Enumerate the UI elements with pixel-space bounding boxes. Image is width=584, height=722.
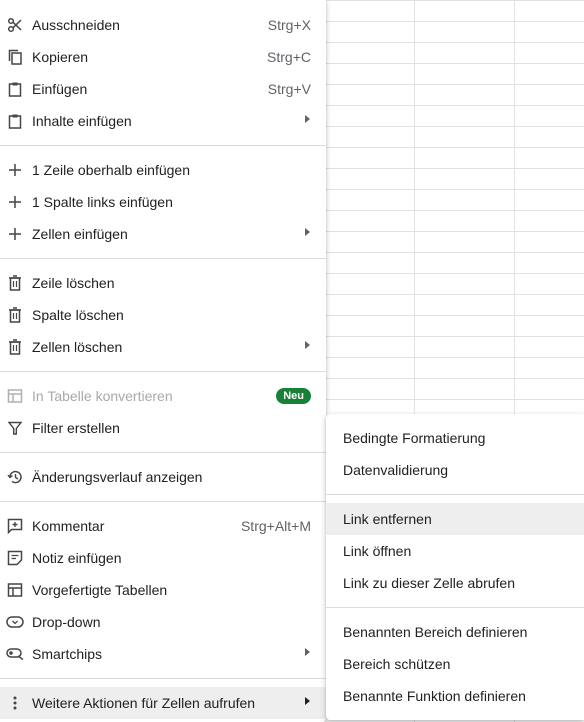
menu-item-paste-special[interactable]: Inhalte einfügen (0, 105, 326, 137)
filter-icon (6, 420, 24, 436)
menu-item-cut[interactable]: Ausschneiden Strg+X (0, 9, 326, 41)
menu-item-insert-row[interactable]: 1 Zeile oberhalb einfügen (0, 154, 326, 186)
menu-item-edit-history[interactable]: Änderungsverlauf anzeigen (0, 461, 326, 493)
table-icon (6, 388, 24, 404)
menu-item-insert-cells[interactable]: Zellen einfügen (0, 218, 326, 250)
submenu-item-protect-range[interactable]: Bereich schützen (326, 648, 584, 680)
submenu-item-label: Benannten Bereich definieren (343, 624, 528, 640)
menu-divider (326, 607, 584, 608)
trash-icon (6, 275, 24, 291)
menu-item-label: Änderungsverlauf anzeigen (32, 469, 203, 485)
submenu-item-label: Datenvalidierung (343, 462, 449, 478)
menu-item-label: In Tabelle konvertieren (32, 388, 173, 404)
submenu-item-remove-link[interactable]: Link entfernen (326, 503, 584, 535)
menu-item-label: Smartchips (32, 646, 103, 662)
menu-item-comment[interactable]: Kommentar Strg+Alt+M (0, 510, 326, 542)
submenu-item-open-link[interactable]: Link öffnen (326, 535, 584, 567)
menu-divider (0, 452, 326, 453)
cell-context-menu: Ausschneiden Strg+X Kopieren Strg+C Einf… (0, 0, 326, 722)
menu-item-label: Notiz einfügen (32, 550, 122, 566)
trash-icon (6, 339, 24, 355)
menu-item-create-filter[interactable]: Filter erstellen (0, 412, 326, 444)
menu-item-label: Kommentar (32, 518, 105, 534)
menu-item-label: Zellen löschen (32, 339, 123, 355)
menu-item-label: Drop-down (32, 614, 101, 630)
menu-divider (326, 494, 584, 495)
note-icon (6, 550, 24, 566)
menu-item-label: Kopieren (32, 49, 89, 65)
plus-icon (6, 162, 24, 178)
menu-item-smartchips[interactable]: Smartchips (0, 638, 326, 670)
shortcut-text: Strg+Alt+M (240, 518, 311, 534)
shortcut-text: Strg+X (267, 17, 311, 33)
submenu-item-conditional-formatting[interactable]: Bedingte Formatierung (326, 422, 584, 454)
submenu-arrow-icon (305, 115, 310, 123)
menu-item-label: Ausschneiden (32, 17, 120, 33)
submenu-arrow-icon (305, 228, 310, 236)
submenu-item-label: Bereich schützen (343, 656, 451, 672)
menu-item-insert-column[interactable]: 1 Spalte links einfügen (0, 186, 326, 218)
plus-icon (6, 226, 24, 242)
menu-item-label: Zeile löschen (32, 275, 115, 291)
menu-divider (0, 145, 326, 146)
menu-item-delete-row[interactable]: Zeile löschen (0, 267, 326, 299)
menu-item-label: 1 Zeile oberhalb einfügen (32, 162, 191, 178)
new-badge: Neu (276, 388, 311, 404)
menu-item-delete-column[interactable]: Spalte löschen (0, 299, 326, 331)
plus-icon (6, 194, 24, 210)
menu-divider (0, 371, 326, 372)
more-actions-submenu: Bedingte Formatierung Datenvalidierung L… (326, 414, 584, 720)
menu-divider (0, 678, 326, 679)
comment-add-icon (6, 518, 24, 534)
menu-item-label: Filter erstellen (32, 420, 120, 436)
menu-item-label: Vorgefertigte Tabellen (32, 582, 168, 598)
menu-item-insert-note[interactable]: Notiz einfügen (0, 542, 326, 574)
menu-item-label: Spalte löschen (32, 307, 124, 323)
smartchip-icon (6, 646, 24, 662)
clipboard-icon (6, 81, 24, 97)
more-vert-icon (6, 695, 24, 711)
submenu-arrow-icon (305, 648, 310, 656)
submenu-arrow-icon (305, 341, 310, 349)
menu-item-convert-to-table[interactable]: In Tabelle konvertieren Neu (0, 380, 326, 412)
table-icon (6, 582, 24, 598)
menu-item-label: Inhalte einfügen (32, 113, 132, 129)
dropdown-chip-icon (6, 614, 24, 630)
trash-icon (6, 307, 24, 323)
clipboard-icon (6, 113, 24, 129)
shortcut-text: Strg+V (267, 81, 311, 97)
submenu-item-label: Link zu dieser Zelle abrufen (343, 575, 515, 591)
menu-item-delete-cells[interactable]: Zellen löschen (0, 331, 326, 363)
submenu-arrow-icon (305, 697, 310, 705)
submenu-item-label: Benannte Funktion definieren (343, 688, 526, 704)
shortcut-text: Strg+C (267, 49, 311, 65)
submenu-item-get-cell-link[interactable]: Link zu dieser Zelle abrufen (326, 567, 584, 599)
copy-icon (6, 49, 24, 65)
menu-divider (0, 501, 326, 502)
submenu-item-label: Link öffnen (343, 543, 412, 559)
scissors-icon (6, 17, 24, 33)
menu-item-more-cell-actions[interactable]: Weitere Aktionen für Zellen aufrufen (0, 687, 326, 719)
menu-item-label: Einfügen (32, 81, 88, 97)
menu-item-dropdown[interactable]: Drop-down (0, 606, 326, 638)
menu-item-paste[interactable]: Einfügen Strg+V (0, 73, 326, 105)
menu-item-label: Zellen einfügen (32, 226, 128, 242)
menu-item-copy[interactable]: Kopieren Strg+C (0, 41, 326, 73)
submenu-item-define-named-range[interactable]: Benannten Bereich definieren (326, 616, 584, 648)
menu-item-label: Weitere Aktionen für Zellen aufrufen (32, 695, 256, 711)
submenu-item-label: Bedingte Formatierung (343, 430, 486, 446)
submenu-item-define-named-function[interactable]: Benannte Funktion definieren (326, 680, 584, 712)
submenu-item-label: Link entfernen (343, 511, 432, 527)
menu-divider (0, 258, 326, 259)
menu-item-label: 1 Spalte links einfügen (32, 194, 173, 210)
menu-item-prebuilt-tables[interactable]: Vorgefertigte Tabellen (0, 574, 326, 606)
history-icon (6, 469, 24, 485)
submenu-item-data-validation[interactable]: Datenvalidierung (326, 454, 584, 486)
